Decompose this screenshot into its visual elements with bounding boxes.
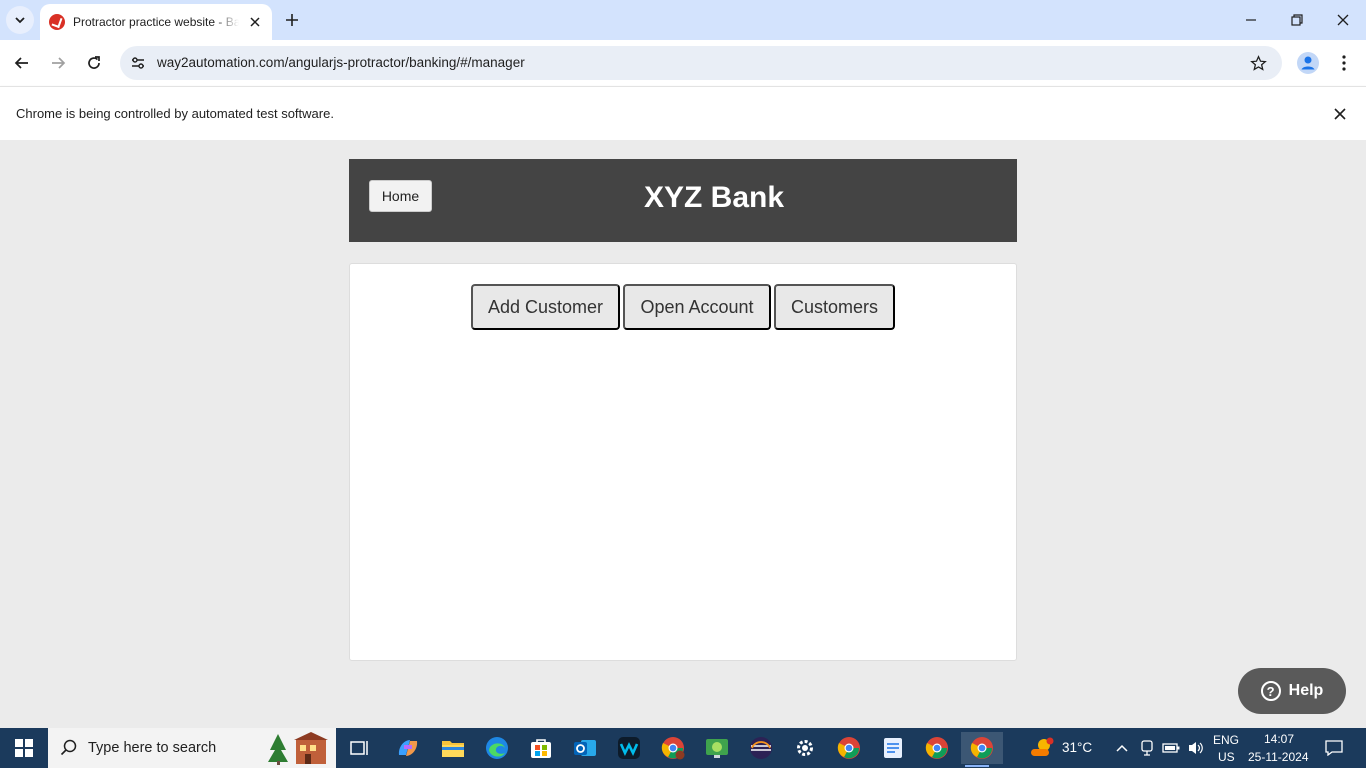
bookmark-button[interactable] [1248,53,1268,73]
reload-button[interactable] [80,49,108,77]
language-region[interactable]: US [1218,750,1235,764]
tab-strip: Protractor practice website - Banking Ap… [0,0,1366,40]
clock-time[interactable]: 14:07 [1264,732,1294,746]
start-button[interactable] [0,728,48,768]
bank-header: XYZ Bank Home [349,159,1017,242]
chevron-down-icon [15,17,25,24]
chrome-icon[interactable] [833,732,865,764]
volume-icon[interactable] [1184,732,1208,764]
chevron-up-icon[interactable] [1110,732,1134,764]
tab-search-button[interactable] [6,6,34,34]
close-window-button[interactable] [1320,0,1366,40]
tab-title: Protractor practice website - Banking Ap… [73,15,239,29]
question-icon: ? [1260,681,1281,701]
browser-menu-button[interactable] [1334,51,1354,75]
automation-infobar: Chrome is being controlled by automated … [0,86,1366,140]
customers-button[interactable]: Customers [774,284,895,330]
notification-icon[interactable] [1320,732,1348,764]
meet-now-icon[interactable] [1136,732,1158,764]
edge-icon[interactable] [481,732,513,764]
add-customer-button[interactable]: Add Customer [471,284,620,330]
site-info-button[interactable] [128,53,148,73]
weather-temp[interactable]: 31°C [1062,740,1092,755]
restore-icon [1291,14,1303,26]
close-icon [1337,14,1349,26]
task-view-icon[interactable] [344,732,376,764]
help-button[interactable]: ? Help [1238,668,1346,714]
site-favicon-icon [49,14,65,30]
battery-icon[interactable] [1159,732,1183,764]
arrow-left-icon [14,57,28,69]
chrome-icon-2[interactable] [921,732,953,764]
minimize-button[interactable] [1228,0,1274,40]
help-label: Help [1288,682,1324,699]
chrome-profile-icon[interactable] [657,732,689,764]
settings-gear-icon[interactable] [789,732,821,764]
arrow-right-icon [52,57,66,69]
clock-date[interactable]: 25-11-2024 [1248,750,1309,764]
star-icon [1249,54,1267,71]
new-tab-button[interactable] [280,8,304,32]
browser-toolbar: way2automation.com/angularjs-protractor/… [0,40,1366,86]
copilot-icon[interactable] [392,732,424,764]
back-button[interactable] [8,49,36,77]
bank-title: XYZ Bank [643,181,785,214]
weather-icon[interactable] [1026,732,1058,764]
taskbar-search-box[interactable]: Type here to search [48,728,336,768]
browser-tab[interactable]: Protractor practice website - Banking Ap… [40,4,272,40]
address-bar[interactable]: way2automation.com/angularjs-protractor/… [120,46,1282,80]
manager-panel: Add Customer Open Account Customers [349,263,1017,661]
more-vertical-icon [1342,55,1346,71]
eclipse-icon[interactable] [745,732,777,764]
close-icon [250,17,260,27]
webex-icon[interactable] [613,732,645,764]
home-button[interactable]: Home [369,180,432,212]
search-icon [60,739,77,756]
avatar-icon [1297,52,1319,74]
file-explorer-icon[interactable] [437,732,469,764]
language-indicator[interactable]: ENG [1213,733,1239,747]
infobar-message: Chrome is being controlled by automated … [16,106,334,121]
reload-icon [88,56,100,69]
chrome-active-icon[interactable] [961,732,1003,767]
infobar-close-button[interactable] [1330,104,1350,124]
outlook-icon[interactable] [569,732,601,764]
url-text[interactable]: way2automation.com/angularjs-protractor/… [157,55,525,70]
store-icon[interactable] [525,732,557,764]
restore-button[interactable] [1274,0,1320,40]
tune-icon [132,57,144,69]
profile-button[interactable] [1296,51,1320,75]
minimize-icon [1246,19,1256,21]
windows-logo-icon [15,739,33,757]
holiday-tree-icon [268,732,328,765]
plus-icon [286,14,298,26]
photos-icon[interactable] [701,732,733,764]
close-icon [1334,108,1346,120]
forward-button[interactable] [44,49,72,77]
windows-taskbar: Type here to search 31°C ENG US 14:07 25… [0,728,1366,768]
notepad-icon[interactable] [877,732,909,764]
page-content: XYZ Bank Home Add Customer Open Account … [0,140,1366,728]
search-placeholder: Type here to search [88,740,217,756]
tab-close-button[interactable] [246,13,264,31]
open-account-button[interactable]: Open Account [623,284,771,330]
